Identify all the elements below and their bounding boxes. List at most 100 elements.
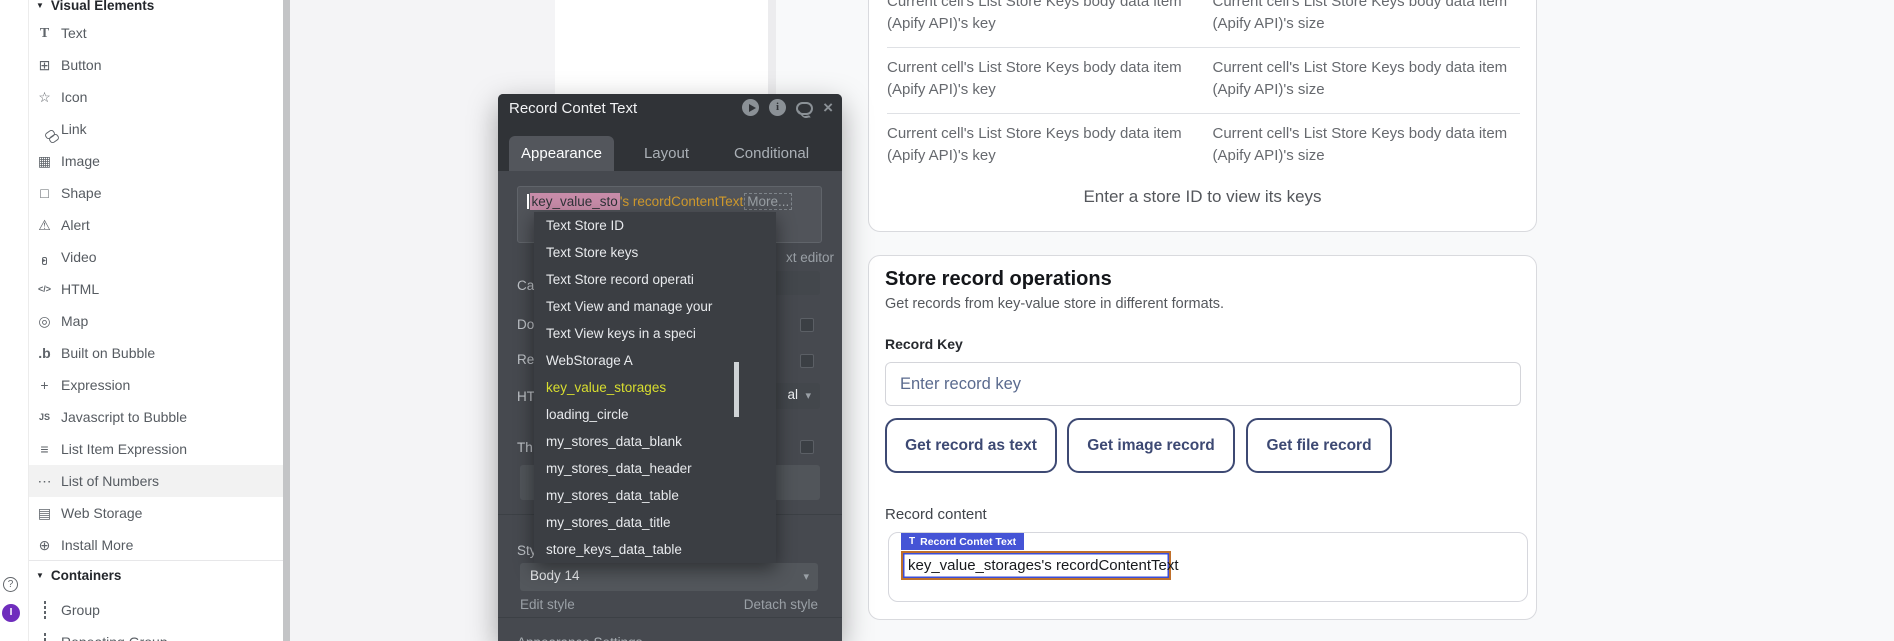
install-more-icon: ⊕ bbox=[36, 537, 53, 554]
sidebar-item-video[interactable]: ▸Video bbox=[29, 241, 283, 273]
dropdown-option[interactable]: my_stores_data_table bbox=[534, 482, 776, 509]
sidebar-item-web-storage[interactable]: ▤Web Storage bbox=[29, 497, 283, 529]
record-content-label: Record content bbox=[885, 506, 987, 523]
dropdown-option[interactable]: store_keys_data_table bbox=[534, 536, 776, 563]
card-subtitle: Get records from key-value store in diff… bbox=[885, 296, 1224, 312]
card-title: Store record operations bbox=[885, 268, 1112, 291]
selected-element-badge: T Record Contet Text bbox=[901, 533, 1024, 550]
dropdown-option[interactable]: Text Store record operati bbox=[534, 266, 776, 293]
dropdown-option-highlighted[interactable]: key_value_storages bbox=[534, 374, 776, 401]
sidebar-item-shape[interactable]: □Shape bbox=[29, 177, 283, 209]
dropdown-option[interactable]: Text View keys in a speci bbox=[534, 320, 776, 347]
size-cell[interactable]: Current cell's List Store Keys body data… bbox=[1213, 57, 1521, 101]
storage-icon: ▤ bbox=[36, 505, 53, 522]
sidebar-item-icon[interactable]: ☆Icon bbox=[29, 81, 283, 113]
property-editor-panel: Record Contet Text i × Appearance Layout… bbox=[498, 94, 842, 641]
group-icon bbox=[36, 602, 53, 619]
sidebar-item-button[interactable]: ⊞Button bbox=[29, 49, 283, 81]
sidebar-item-text[interactable]: TText bbox=[29, 17, 283, 49]
panel-tabbar: Appearance Layout Conditional bbox=[498, 122, 842, 171]
sidebar-section-divider bbox=[29, 560, 283, 561]
chat-icon[interactable] bbox=[796, 102, 813, 115]
dropdown-option[interactable]: WebStorage A bbox=[534, 347, 776, 374]
get-file-record-button[interactable]: Get file record bbox=[1246, 418, 1392, 473]
sidebar-item-image[interactable]: ▦Image bbox=[29, 145, 283, 177]
more-link[interactable]: More... bbox=[744, 193, 792, 210]
row-label-re: Re bbox=[517, 352, 534, 367]
sidebar-item-javascript-to-bubble[interactable]: JSJavascript to Bubble bbox=[29, 401, 283, 433]
chevron-down-icon: ▾ bbox=[803, 570, 809, 583]
record-key-input[interactable] bbox=[885, 362, 1521, 406]
sidebar-item-list-item-expression[interactable]: ≡List Item Expression bbox=[29, 433, 283, 465]
tab-conditional[interactable]: Conditional bbox=[719, 136, 824, 171]
size-cell[interactable]: Current cell's List Store Keys body data… bbox=[1213, 0, 1521, 35]
key-cell[interactable]: Current cell's List Store Keys body data… bbox=[887, 0, 1195, 35]
app-gutter: ? I bbox=[0, 0, 29, 641]
expression-token[interactable]: key_value_sto bbox=[530, 193, 620, 210]
sidebar-item-list-of-numbers[interactable]: ⋯List of Numbers bbox=[29, 465, 283, 497]
video-icon: ▸ bbox=[36, 249, 53, 266]
help-icon[interactable]: ? bbox=[3, 577, 18, 592]
text-editor-link[interactable]: xt editor bbox=[786, 250, 834, 265]
sidebar-item-install-more[interactable]: ⊕Install More bbox=[29, 529, 283, 561]
th-row-checkbox[interactable] bbox=[800, 440, 814, 454]
do-row-checkbox[interactable] bbox=[800, 318, 814, 332]
sidebar-item-map[interactable]: ◎Map bbox=[29, 305, 283, 337]
style-select[interactable]: Body 14 ▾ bbox=[520, 563, 818, 591]
dropdown-option[interactable]: Text Store keys bbox=[534, 239, 776, 266]
key-row[interactable]: Current cell's List Store Keys body data… bbox=[887, 57, 1520, 101]
avatar[interactable]: I bbox=[2, 604, 20, 622]
close-icon[interactable]: × bbox=[823, 99, 833, 116]
section-containers[interactable]: ▼ Containers bbox=[36, 568, 121, 583]
sidebar-item-expression[interactable]: +Expression bbox=[29, 369, 283, 401]
selected-element-badge-label: Record Contet Text bbox=[920, 536, 1016, 548]
dropdown-option[interactable]: my_stores_data_blank bbox=[534, 428, 776, 455]
play-icon[interactable] bbox=[742, 99, 759, 116]
dropdown-option[interactable]: Text View and manage your bbox=[534, 293, 776, 320]
sidebar-scrollbar[interactable] bbox=[283, 0, 290, 641]
size-cell[interactable]: Current cell's List Store Keys body data… bbox=[1213, 123, 1521, 167]
sidebar-item-html[interactable]: </>HTML bbox=[29, 273, 283, 305]
get-record-as-text-button[interactable]: Get record as text bbox=[885, 418, 1057, 473]
key-row[interactable]: Current cell's List Store Keys body data… bbox=[887, 123, 1520, 167]
store-keys-card: Current cell's List Store Keys body data… bbox=[868, 0, 1537, 232]
sidebar-item-alert[interactable]: ⚠Alert bbox=[29, 209, 283, 241]
sidebar-item-built-on-bubble[interactable]: .bBuilt on Bubble bbox=[29, 337, 283, 369]
panel-divider bbox=[498, 617, 842, 618]
expression-rest[interactable]: 's recordContentText bbox=[620, 194, 743, 209]
sidebar-item-group[interactable]: Group bbox=[29, 594, 283, 626]
autocomplete-dropdown: Text Store ID Text Store keys Text Store… bbox=[534, 212, 776, 563]
elements-sidebar: ▼ Visual Elements TText ⊞Button ☆Icon Li… bbox=[29, 0, 283, 641]
text-cursor bbox=[527, 194, 529, 209]
section-label: Visual Elements bbox=[51, 0, 154, 13]
dropdown-option[interactable]: Text Store ID bbox=[534, 212, 776, 239]
sidebar-item-link[interactable]: Link bbox=[29, 113, 283, 145]
ellipsis-icon: ⋯ bbox=[36, 473, 53, 490]
edit-style-link[interactable]: Edit style bbox=[520, 597, 575, 612]
tab-appearance[interactable]: Appearance bbox=[509, 136, 614, 171]
info-icon[interactable]: i bbox=[769, 99, 786, 116]
row-separator bbox=[887, 47, 1520, 48]
selected-text-element[interactable]: key_value_storages's recordContentText bbox=[901, 551, 1171, 580]
get-image-record-button[interactable]: Get image record bbox=[1067, 418, 1235, 473]
tab-layout[interactable]: Layout bbox=[614, 136, 719, 171]
dropdown-scrollbar[interactable] bbox=[734, 362, 739, 417]
empty-store-message: Enter a store ID to view its keys bbox=[869, 187, 1536, 207]
re-row-checkbox[interactable] bbox=[800, 354, 814, 368]
dropdown-option[interactable]: my_stores_data_header bbox=[534, 455, 776, 482]
html-icon: </> bbox=[36, 281, 53, 298]
sidebar-item-repeating-group[interactable]: Repeating Group bbox=[29, 626, 283, 641]
section-visual-elements[interactable]: ▼ Visual Elements bbox=[36, 0, 154, 13]
key-cell[interactable]: Current cell's List Store Keys body data… bbox=[887, 57, 1195, 101]
detach-style-link[interactable]: Detach style bbox=[744, 597, 818, 612]
key-cell[interactable]: Current cell's List Store Keys body data… bbox=[887, 123, 1195, 167]
clipboard-icon: ≡ bbox=[36, 441, 53, 458]
row-label-th: Th bbox=[517, 440, 533, 455]
text-icon: T bbox=[36, 25, 53, 42]
dropdown-option[interactable]: my_stores_data_title bbox=[534, 509, 776, 536]
dropdown-option[interactable]: loading_circle bbox=[534, 401, 776, 428]
key-row[interactable]: Current cell's List Store Keys body data… bbox=[887, 0, 1520, 35]
panel-title: Record Contet Text bbox=[509, 100, 637, 117]
bubble-icon: .b bbox=[36, 345, 53, 362]
panel-header[interactable]: Record Contet Text i × bbox=[498, 94, 842, 122]
